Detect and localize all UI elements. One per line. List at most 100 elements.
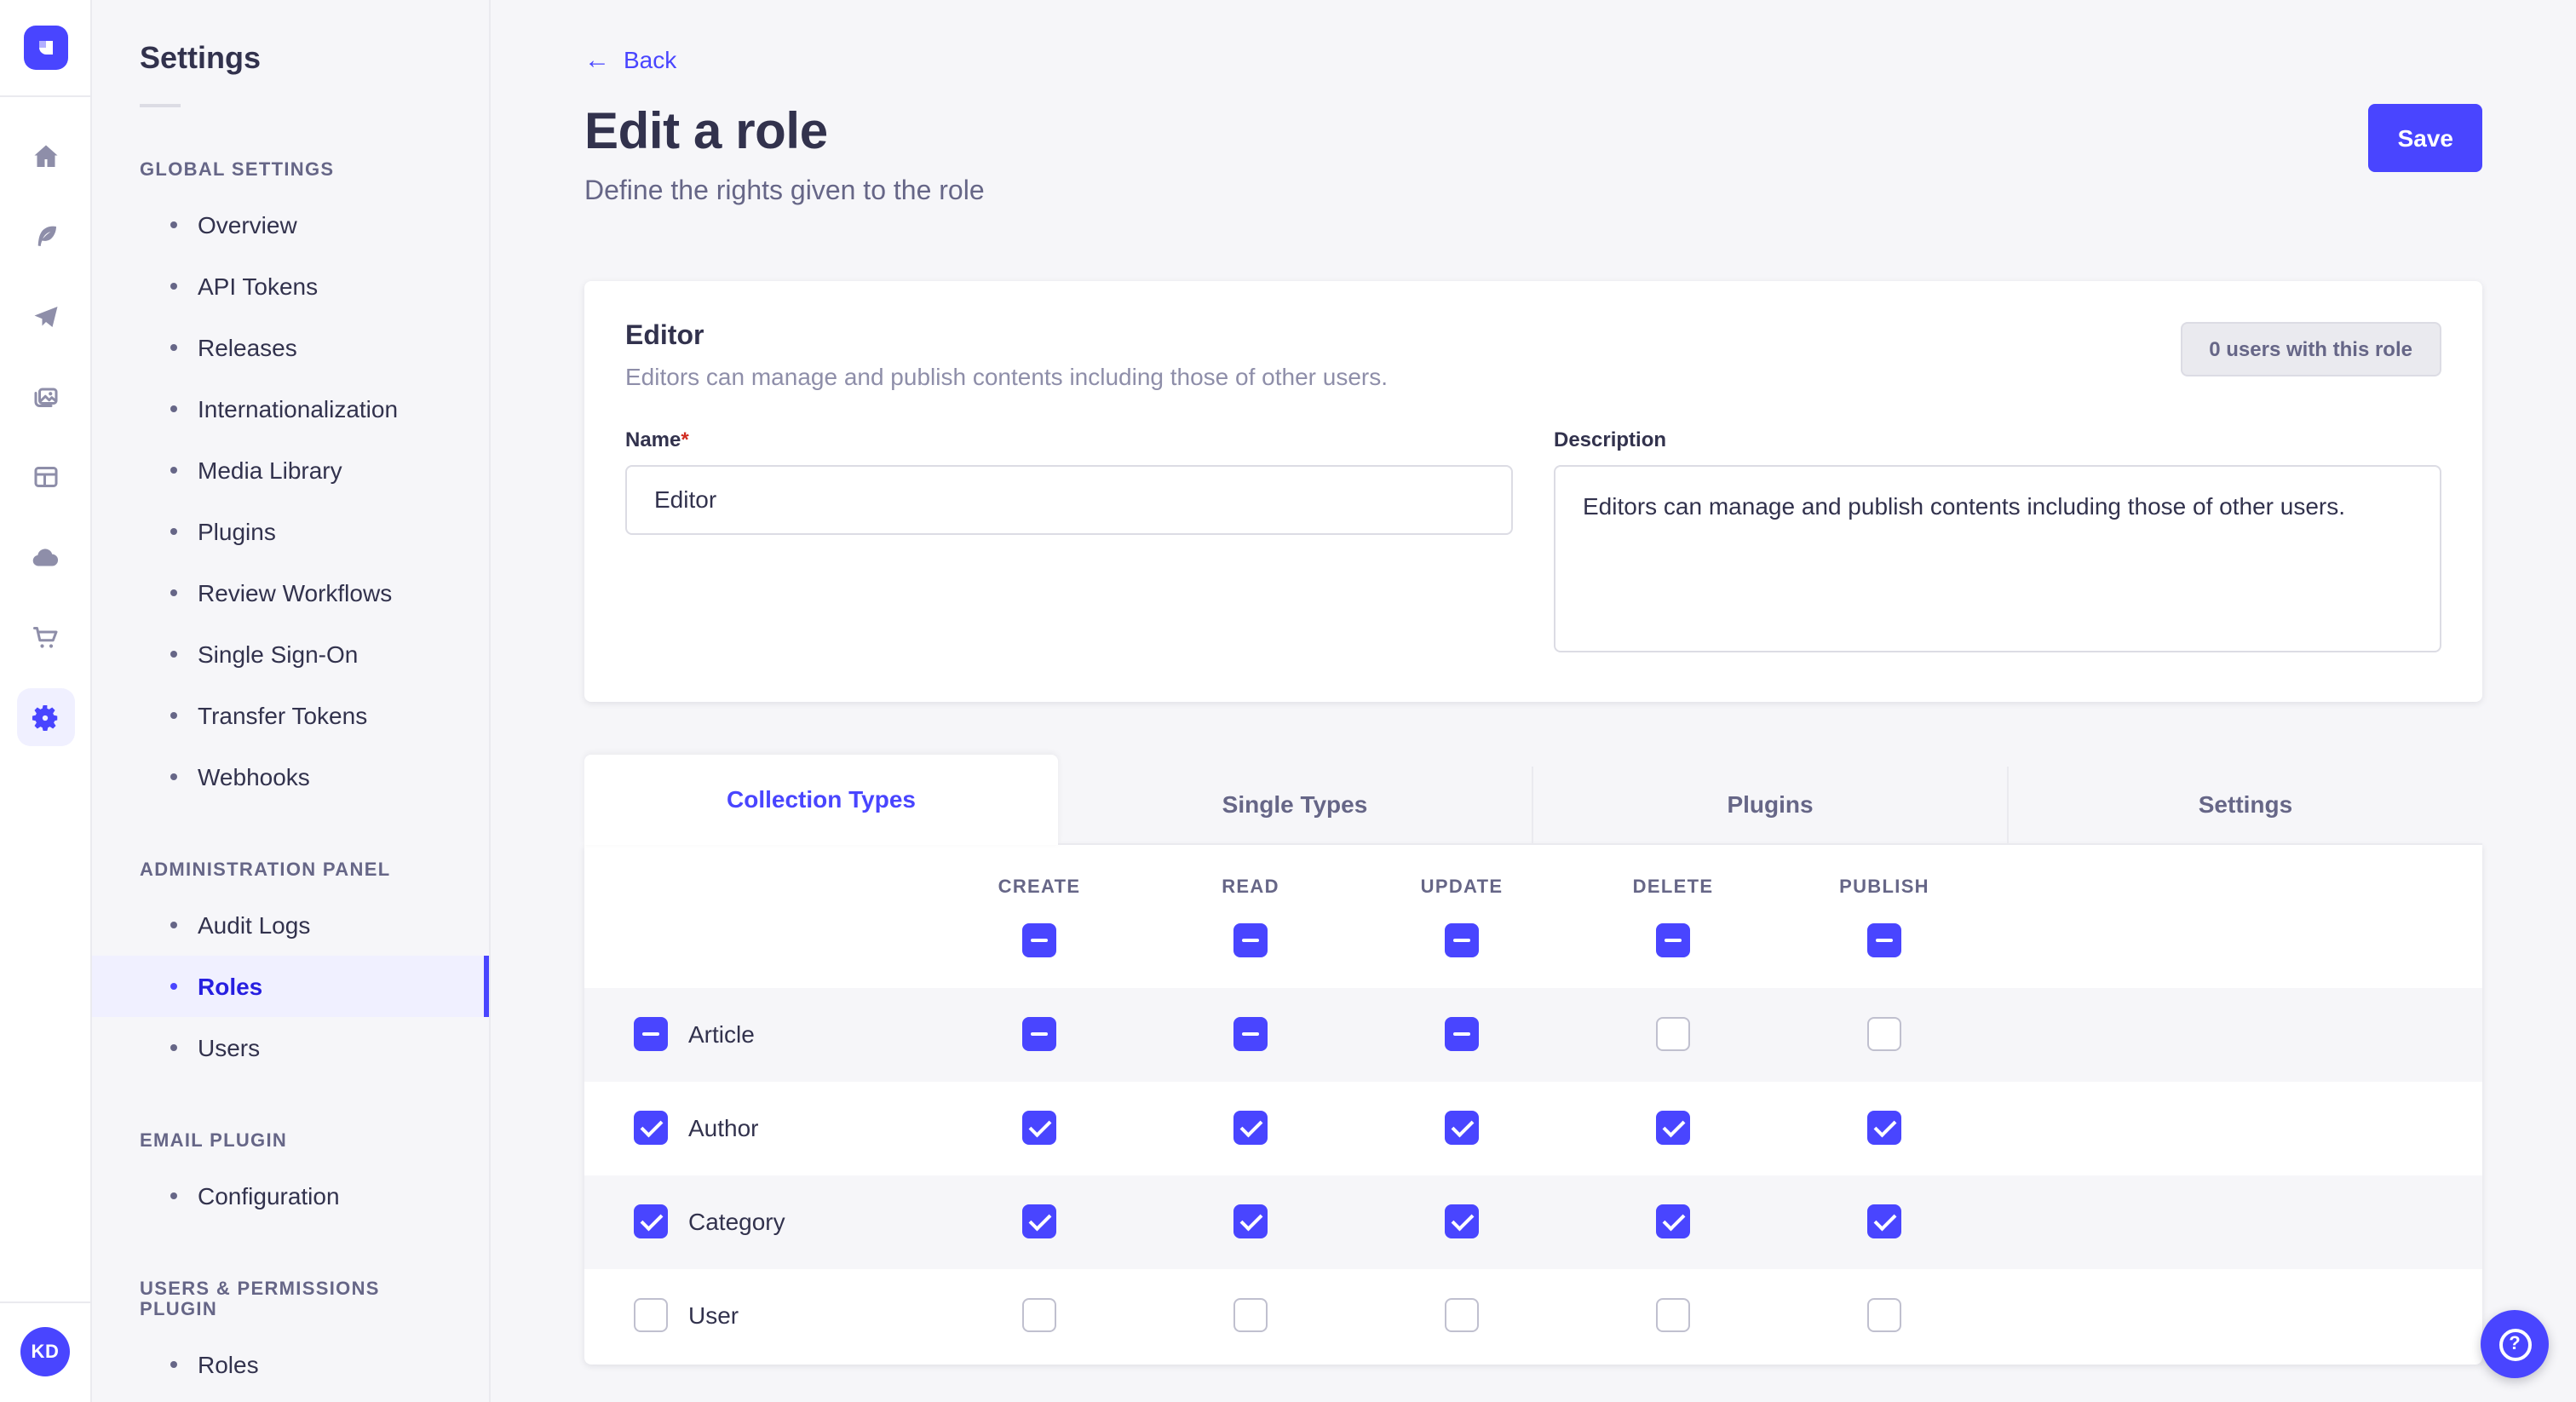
sidebar-item-webhooks[interactable]: Webhooks (92, 746, 489, 807)
author-create-checkbox[interactable] (1022, 1111, 1056, 1145)
rail-divider (0, 95, 90, 97)
sidebar-item-roles[interactable]: Roles (92, 956, 489, 1017)
role-description-textarea[interactable]: Editors can manage and publish contents … (1554, 464, 2441, 652)
sidebar-item-label: Single Sign-On (198, 641, 358, 668)
category-read-checkbox[interactable] (1233, 1204, 1268, 1238)
sidebar-item-label: Releases (198, 334, 297, 361)
article-update-checkbox[interactable] (1445, 1017, 1479, 1051)
user-avatar[interactable]: KD (20, 1327, 70, 1376)
strapi-logo[interactable] (23, 26, 67, 70)
user-update-checkbox[interactable] (1445, 1298, 1479, 1332)
sidebar-item-label: Review Workflows (198, 579, 392, 606)
tab-single-types[interactable]: Single Types (1058, 766, 1532, 844)
column-header-label: DELETE (1633, 876, 1714, 897)
tab-collection-types[interactable]: Collection Types (584, 754, 1058, 844)
category-row-checkbox[interactable] (634, 1204, 668, 1238)
bullet-dot-icon (170, 712, 177, 719)
article-read-checkbox[interactable] (1233, 1017, 1268, 1051)
question-mark-icon: ? (2498, 1328, 2531, 1360)
select-all-create-checkbox[interactable] (1022, 922, 1056, 957)
author-row-checkbox[interactable] (634, 1111, 668, 1145)
select-all-delete-checkbox[interactable] (1656, 922, 1690, 957)
user-read-checkbox[interactable] (1233, 1298, 1268, 1332)
cloud-icon[interactable] (16, 528, 74, 586)
sidebar-item-roles[interactable]: Roles (92, 1334, 489, 1395)
tab-plugins[interactable]: Plugins (1532, 766, 2007, 844)
layout-panel-icon[interactable] (16, 448, 74, 506)
permissions-table: CREATEREADUPDATEDELETEPUBLISH ArticleAut… (584, 844, 2482, 1364)
table-row-category: Category (584, 1175, 2482, 1268)
sidebar-item-releases[interactable]: Releases (92, 317, 489, 378)
sidebar-item-internationalization[interactable]: Internationalization (92, 378, 489, 440)
name-field-label: Name* (625, 427, 1513, 451)
user-delete-checkbox[interactable] (1656, 1298, 1690, 1332)
role-name-heading: Editor (625, 321, 1388, 352)
sidebar-item-users[interactable]: Users (92, 1017, 489, 1078)
settings-gear-icon[interactable] (16, 688, 74, 746)
table-row-user: User (584, 1268, 2482, 1362)
main-content: ← Back Edit a role Define the rights giv… (491, 0, 2576, 1402)
subnav-title: Settings (92, 41, 489, 77)
article-publish-checkbox[interactable] (1867, 1017, 1901, 1051)
paper-plane-icon[interactable] (16, 288, 74, 346)
author-update-checkbox[interactable] (1445, 1111, 1479, 1145)
marketplace-cart-icon[interactable] (16, 608, 74, 666)
column-header-label: CREATE (998, 876, 1081, 897)
sidebar-item-configuration[interactable]: Configuration (92, 1165, 489, 1227)
save-button[interactable]: Save (2369, 103, 2482, 171)
column-header: READ (1145, 876, 1356, 897)
column-header-label: UPDATE (1421, 876, 1504, 897)
bullet-dot-icon (170, 344, 177, 351)
content-type-label: Category (688, 1208, 785, 1235)
bullet-dot-icon (170, 983, 177, 990)
back-arrow-icon: ← (584, 47, 610, 72)
sidebar-item-api-tokens[interactable]: API Tokens (92, 256, 489, 317)
subnav-divider (140, 104, 181, 107)
bullet-dot-icon (170, 221, 177, 228)
sidebar-item-transfer-tokens[interactable]: Transfer Tokens (92, 685, 489, 746)
user-create-checkbox[interactable] (1022, 1298, 1056, 1332)
rail-bottom-divider (0, 1301, 90, 1303)
page-subtitle: Define the rights given to the role (584, 176, 985, 207)
sidebar-item-media-library[interactable]: Media Library (92, 440, 489, 501)
back-link[interactable]: ← Back (584, 46, 676, 73)
article-delete-checkbox[interactable] (1656, 1017, 1690, 1051)
column-header: UPDATE (1356, 876, 1567, 897)
help-button[interactable]: ? (2481, 1310, 2549, 1378)
sidebar-item-plugins[interactable]: Plugins (92, 501, 489, 562)
sidebar-item-label: Media Library (198, 457, 342, 484)
home-icon[interactable] (16, 128, 74, 186)
sidebar-item-overview[interactable]: Overview (92, 194, 489, 256)
media-pictures-icon[interactable] (16, 368, 74, 426)
select-all-update-checkbox[interactable] (1445, 922, 1479, 957)
user-row-checkbox[interactable] (634, 1298, 668, 1332)
select-all-read-checkbox[interactable] (1233, 922, 1268, 957)
bullet-dot-icon (170, 589, 177, 596)
role-name-input[interactable] (625, 464, 1513, 534)
user-publish-checkbox[interactable] (1867, 1298, 1901, 1332)
category-publish-checkbox[interactable] (1867, 1204, 1901, 1238)
article-row-checkbox[interactable] (634, 1017, 668, 1051)
nav-section-label: GLOBAL SETTINGS (92, 160, 489, 181)
category-delete-checkbox[interactable] (1656, 1204, 1690, 1238)
column-header: PUBLISH (1779, 876, 1990, 897)
sidebar-item-label: Users (198, 1034, 260, 1061)
app-window: KD Settings GLOBAL SETTINGS OverviewAPI T… (0, 0, 2576, 1402)
column-header: CREATE (934, 876, 1145, 897)
author-publish-checkbox[interactable] (1867, 1111, 1901, 1145)
sidebar-item-audit-logs[interactable]: Audit Logs (92, 894, 489, 956)
author-delete-checkbox[interactable] (1656, 1111, 1690, 1145)
category-update-checkbox[interactable] (1445, 1204, 1479, 1238)
sidebar-item-label: Plugins (198, 518, 276, 545)
sidebar-item-providers[interactable]: Providers (92, 1395, 489, 1402)
select-all-publish-checkbox[interactable] (1867, 922, 1901, 957)
author-read-checkbox[interactable] (1233, 1111, 1268, 1145)
tab-settings[interactable]: Settings (2007, 766, 2482, 844)
users-with-role-badge: 0 users with this role (2180, 321, 2441, 376)
sidebar-item-review-workflows[interactable]: Review Workflows (92, 562, 489, 623)
article-create-checkbox[interactable] (1022, 1017, 1056, 1051)
sidebar-item-single-sign-on[interactable]: Single Sign-On (92, 623, 489, 685)
category-create-checkbox[interactable] (1022, 1204, 1056, 1238)
bullet-dot-icon (170, 467, 177, 474)
feather-pen-icon[interactable] (16, 208, 74, 266)
